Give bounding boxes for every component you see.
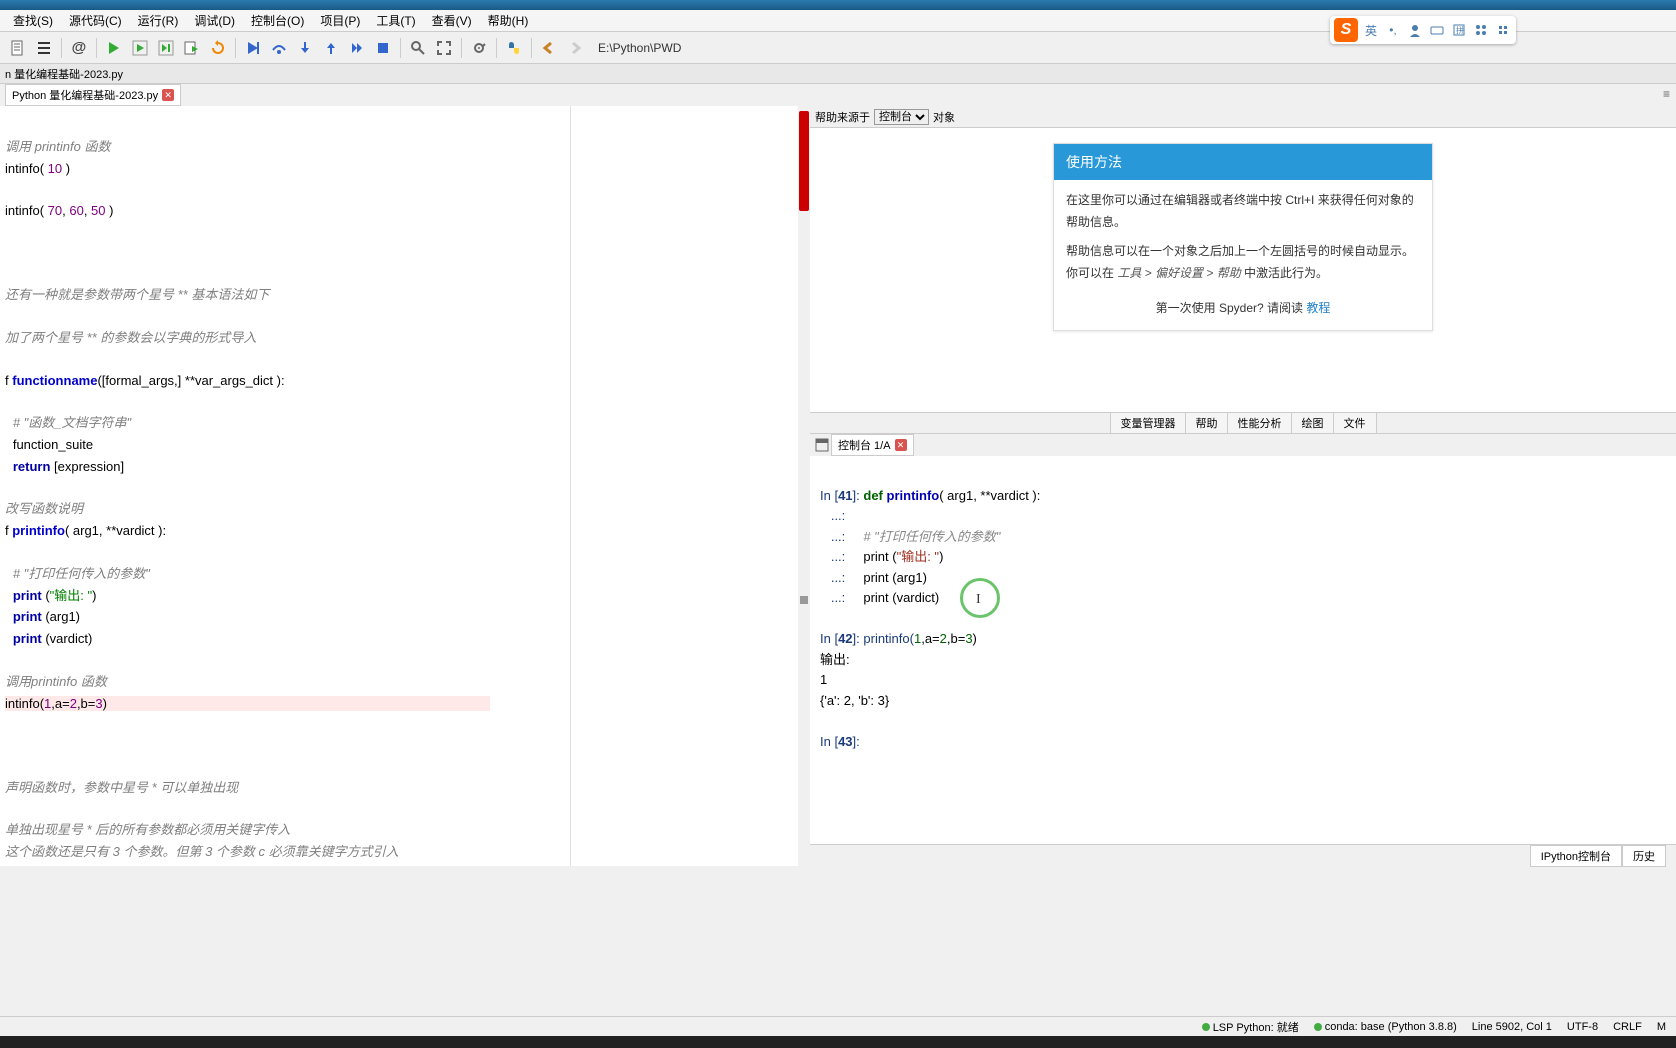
- menu-view[interactable]: 查看(V): [424, 12, 480, 29]
- menu-console[interactable]: 控制台(O): [243, 12, 312, 29]
- console-menu-icon[interactable]: [815, 438, 829, 452]
- status-eol: CRLF: [1613, 1021, 1642, 1033]
- back-icon[interactable]: [537, 36, 561, 60]
- help-object-label: 对象: [933, 109, 955, 125]
- ime-toolbar[interactable]: S 英 •, 拼: [1330, 16, 1516, 44]
- help-text-2: 帮助信息可以在一个对象之后加上一个左圆括号的时候自动显示。你可以在 工具 > 偏…: [1066, 241, 1420, 284]
- help-header: 帮助来源于 控制台 对象: [810, 106, 1676, 128]
- console-tab-label: 控制台 1/A: [838, 437, 891, 453]
- run-cell-advance-icon[interactable]: [154, 36, 178, 60]
- settings-icon[interactable]: [467, 36, 491, 60]
- ipython-console[interactable]: In [41]: def printinfo( arg1, **vardict …: [810, 456, 1676, 844]
- step-over-icon[interactable]: [267, 36, 291, 60]
- forward-icon[interactable]: [563, 36, 587, 60]
- run-icon[interactable]: [102, 36, 126, 60]
- editor-breadcrumb: n 量化编程基础-2023.py: [0, 64, 1676, 84]
- editor-ruler: [570, 106, 571, 866]
- tab-variables[interactable]: 变量管理器: [1110, 412, 1187, 434]
- help-tabs: 变量管理器 帮助 性能分析 绘图 文件: [810, 412, 1676, 434]
- ime-punct-icon[interactable]: •,: [1384, 21, 1402, 39]
- at-icon[interactable]: @: [67, 36, 91, 60]
- file-tab[interactable]: Python 量化编程基础-2023.py ✕: [5, 84, 181, 106]
- status-conda: conda: base (Python 3.8.8): [1314, 1021, 1457, 1033]
- run-selection-icon[interactable]: [180, 36, 204, 60]
- close-icon[interactable]: ✕: [895, 439, 907, 451]
- options-icon[interactable]: ≡: [1663, 87, 1670, 101]
- ime-user-icon[interactable]: [1406, 21, 1424, 39]
- svg-text:拼: 拼: [1456, 25, 1464, 35]
- tab-help[interactable]: 帮助: [1185, 412, 1229, 434]
- step-out-icon[interactable]: [319, 36, 343, 60]
- console-tab[interactable]: 控制台 1/A ✕: [831, 434, 914, 456]
- status-encoding: UTF-8: [1567, 1021, 1598, 1033]
- menu-run[interactable]: 运行(R): [130, 12, 187, 29]
- help-panel: 使用方法 在这里你可以通过在编辑器或者终端中按 Ctrl+I 来获得任何对象的帮…: [810, 128, 1676, 412]
- ime-input-icon[interactable]: 拼: [1450, 21, 1468, 39]
- tab-ipython[interactable]: IPython控制台: [1530, 845, 1622, 867]
- tab-plots[interactable]: 绘图: [1291, 412, 1335, 434]
- close-icon[interactable]: ✕: [162, 89, 174, 101]
- tutorial-link[interactable]: 教程: [1306, 301, 1330, 315]
- menu-project[interactable]: 项目(P): [312, 12, 368, 29]
- python-icon[interactable]: [502, 36, 526, 60]
- ime-keyboard-icon[interactable]: [1428, 21, 1446, 39]
- menu-find[interactable]: 查找(S): [5, 12, 61, 29]
- help-source-select[interactable]: 控制台: [874, 109, 929, 125]
- statusbar: LSP Python: 就绪 conda: base (Python 3.8.8…: [0, 1016, 1676, 1036]
- menu-source[interactable]: 源代码(C): [61, 12, 130, 29]
- file-tab-label: Python 量化编程基础-2023.py: [12, 87, 158, 103]
- fullscreen-icon[interactable]: [432, 36, 456, 60]
- debug-icon[interactable]: [241, 36, 265, 60]
- text-cursor-icon: I: [976, 589, 981, 610]
- code-editor[interactable]: 调用 printinfo 函数 intinfo( 10 ) intinfo( 7…: [0, 106, 810, 866]
- help-title: 使用方法: [1054, 144, 1432, 180]
- rerun-icon[interactable]: [206, 36, 230, 60]
- editor-scrollbar[interactable]: [798, 106, 810, 866]
- sogou-logo-icon[interactable]: S: [1334, 18, 1358, 42]
- help-source-label: 帮助来源于: [815, 109, 870, 125]
- stop-icon[interactable]: [371, 36, 395, 60]
- working-dir: E:\Python\PWD: [598, 41, 681, 55]
- menu-debug[interactable]: 调试(D): [186, 12, 243, 29]
- continue-icon[interactable]: [345, 36, 369, 60]
- split-handle[interactable]: [800, 596, 808, 604]
- list-icon[interactable]: [32, 36, 56, 60]
- menu-tools[interactable]: 工具(T): [368, 12, 423, 29]
- tab-history[interactable]: 历史: [1622, 845, 1666, 867]
- ime-language[interactable]: 英: [1362, 21, 1380, 39]
- menu-help[interactable]: 帮助(H): [480, 12, 537, 29]
- tab-profiler[interactable]: 性能分析: [1227, 412, 1293, 434]
- run-cell-icon[interactable]: [128, 36, 152, 60]
- step-into-icon[interactable]: [293, 36, 317, 60]
- ime-tool-icon[interactable]: [1472, 21, 1490, 39]
- taskbar[interactable]: [0, 1036, 1676, 1048]
- file-tabs: Python 量化编程基础-2023.py ✕ ≡: [0, 84, 1676, 106]
- search-icon[interactable]: [406, 36, 430, 60]
- titlebar: [0, 0, 1676, 10]
- console-tabs-area: 控制台 1/A ✕: [810, 434, 1676, 456]
- help-text-1: 在这里你可以通过在编辑器或者终端中按 Ctrl+I 来获得任何对象的帮助信息。: [1066, 190, 1420, 233]
- status-line: Line 5902, Col 1: [1472, 1021, 1552, 1033]
- doc-icon[interactable]: [6, 36, 30, 60]
- help-text-3: 第一次使用 Spyder? 请阅读 教程: [1066, 298, 1420, 320]
- status-lsp: LSP Python: 就绪: [1202, 1019, 1299, 1035]
- tab-files[interactable]: 文件: [1333, 412, 1377, 434]
- scrollbar-thumb[interactable]: [799, 111, 809, 211]
- status-mem: M: [1657, 1021, 1666, 1033]
- console-bottom-tabs: IPython控制台 历史: [810, 844, 1676, 866]
- ime-settings-icon[interactable]: [1494, 21, 1512, 39]
